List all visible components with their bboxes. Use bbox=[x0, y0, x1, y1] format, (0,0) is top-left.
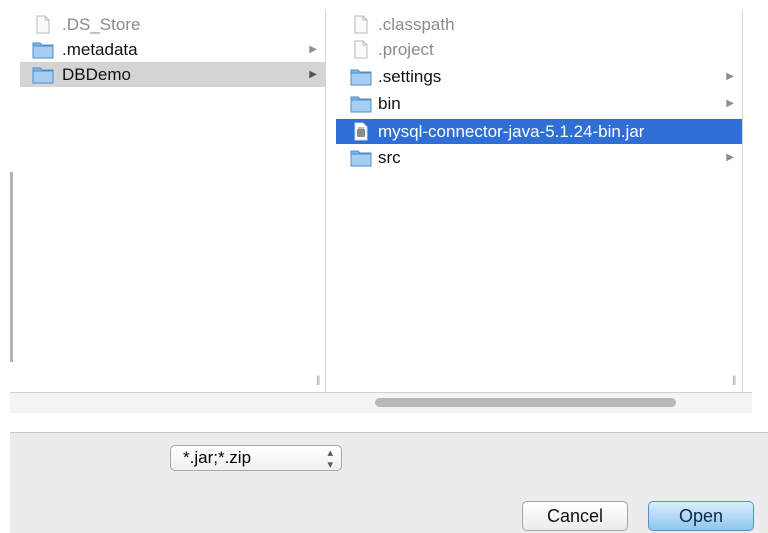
list-item-label: .DS_Store bbox=[62, 15, 141, 34]
list-item-label: mysql-connector-java-5.1.24-bin.jar bbox=[378, 122, 645, 141]
list-item-src[interactable]: src ▶ bbox=[336, 145, 742, 170]
list-item-label: .classpath bbox=[378, 15, 455, 34]
list-item-label: src bbox=[378, 148, 401, 167]
up-down-arrows-icon: ▴ ▾ bbox=[327, 447, 333, 471]
scrollbar-thumb[interactable] bbox=[375, 398, 676, 407]
list-item-label: .metadata bbox=[62, 40, 138, 59]
horizontal-scrollbar[interactable] bbox=[10, 392, 752, 413]
column-resize-handle[interactable]: || bbox=[732, 375, 736, 386]
column-left: .DS_Store .metadata ▶ DBDemo ▶ || bbox=[20, 10, 325, 392]
chevron-right-icon: ▶ bbox=[309, 44, 317, 55]
jar-file-icon bbox=[350, 122, 372, 141]
open-button[interactable]: Open bbox=[648, 501, 754, 531]
folder-icon bbox=[350, 67, 372, 86]
list-item-mysql-connector-jar[interactable]: mysql-connector-java-5.1.24-bin.jar bbox=[336, 119, 742, 144]
list-item-project[interactable]: .project bbox=[336, 37, 742, 62]
folder-icon bbox=[32, 65, 54, 84]
list-item-bin[interactable]: bin ▶ bbox=[336, 91, 742, 116]
chevron-right-icon: ▶ bbox=[726, 152, 734, 163]
list-item-settings[interactable]: .settings ▶ bbox=[336, 64, 742, 89]
file-icon bbox=[32, 15, 54, 34]
left-scroll-edge bbox=[10, 172, 13, 362]
chevron-right-icon: ▶ bbox=[726, 71, 734, 82]
list-item-classpath[interactable]: .classpath bbox=[336, 12, 742, 37]
column-divider bbox=[742, 10, 743, 392]
list-item-metadata[interactable]: .metadata ▶ bbox=[20, 37, 325, 62]
list-item-ds-store[interactable]: .DS_Store bbox=[20, 12, 325, 37]
cancel-button[interactable]: Cancel bbox=[522, 501, 628, 531]
file-browser: .DS_Store .metadata ▶ DBDemo ▶ || .class… bbox=[10, 10, 752, 392]
file-type-select[interactable]: *.jar;*.zip ▴ ▾ bbox=[170, 445, 342, 471]
list-item-label: .settings bbox=[378, 67, 442, 86]
list-item-label: .project bbox=[378, 40, 434, 59]
list-item-label: DBDemo bbox=[62, 65, 131, 84]
chevron-right-icon: ▶ bbox=[726, 98, 734, 109]
file-icon bbox=[350, 15, 372, 34]
column-right: .classpath .project .settings ▶ bin ▶ my… bbox=[336, 10, 742, 392]
folder-icon bbox=[350, 94, 372, 113]
column-resize-handle[interactable]: || bbox=[316, 375, 320, 386]
file-type-value: *.jar;*.zip bbox=[183, 448, 252, 467]
list-item-label: bin bbox=[378, 94, 401, 113]
chevron-right-icon: ▶ bbox=[309, 69, 317, 80]
list-item-dbdemo[interactable]: DBDemo ▶ bbox=[20, 62, 325, 87]
file-icon bbox=[350, 40, 372, 59]
dialog-footer: Cancel Open bbox=[10, 481, 768, 533]
folder-icon bbox=[32, 40, 54, 59]
column-divider bbox=[325, 10, 326, 392]
folder-icon bbox=[350, 148, 372, 167]
file-type-bar: *.jar;*.zip ▴ ▾ bbox=[10, 432, 768, 482]
